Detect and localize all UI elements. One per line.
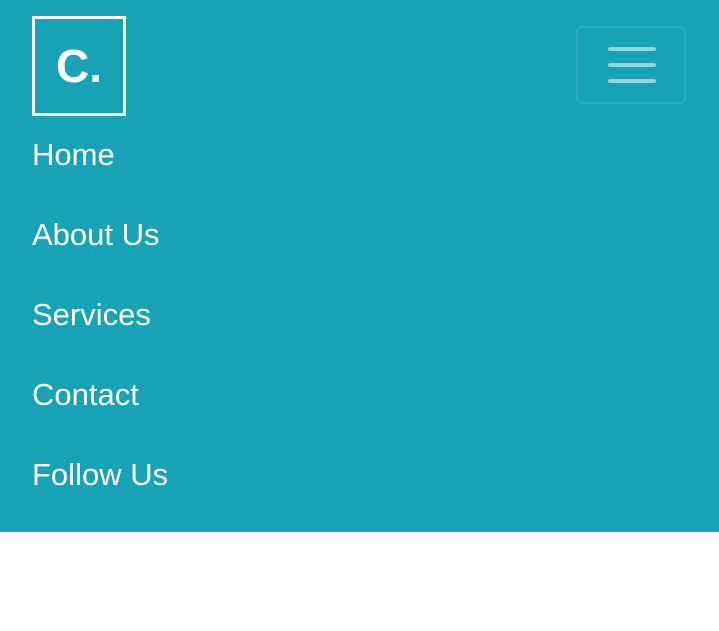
nav-link-follow-us[interactable]: Follow Us [32, 455, 168, 495]
nav-link-about-us[interactable]: About Us [32, 215, 160, 255]
menu-toggle-button[interactable] [576, 26, 686, 104]
nav-link-services[interactable]: Services [32, 295, 151, 335]
navbar: C. Home About Us Services Contact Follow… [0, 0, 719, 532]
nav-link-contact[interactable]: Contact [32, 375, 139, 415]
brand-logo[interactable]: C. [32, 16, 126, 116]
nav-link-home[interactable]: Home [32, 135, 115, 175]
page-content-area [0, 532, 719, 631]
